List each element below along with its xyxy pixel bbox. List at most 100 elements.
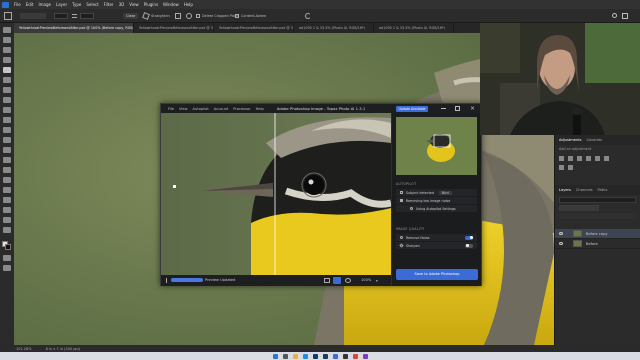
path-select-icon[interactable] <box>3 197 11 203</box>
eye-icon[interactable] <box>559 242 563 245</box>
sharpen-toggle[interactable] <box>465 243 473 248</box>
exposure-icon[interactable] <box>586 156 591 161</box>
tab-paths[interactable]: Paths <box>598 188 608 192</box>
type-tool-icon[interactable] <box>3 187 11 193</box>
background-color-swatch[interactable] <box>5 244 11 250</box>
ps-logo-icon[interactable] <box>2 1 9 8</box>
height-field[interactable] <box>80 13 94 19</box>
black-white-icon[interactable] <box>568 165 573 170</box>
explorer-icon[interactable] <box>292 353 298 359</box>
levels-icon[interactable] <box>568 156 573 161</box>
move-tool-icon[interactable] <box>3 27 11 33</box>
color-balance-icon[interactable] <box>559 165 564 170</box>
photoshop-taskbar-icon[interactable] <box>312 353 318 359</box>
curves-icon[interactable] <box>577 156 582 161</box>
layer-item[interactable]: Before copy <box>555 229 640 239</box>
layer-item[interactable]: Before <box>555 239 640 249</box>
tab-channels[interactable]: Channels <box>576 188 593 192</box>
menu-filter[interactable]: Filter <box>104 2 114 7</box>
preview-toggle-icon[interactable] <box>345 278 351 283</box>
menu-view[interactable]: View <box>129 2 139 7</box>
settings-gear-icon[interactable] <box>186 13 192 19</box>
minimize-icon[interactable] <box>441 108 446 109</box>
content-aware-checkbox[interactable] <box>235 14 239 18</box>
menu-window[interactable]: Window <box>163 2 179 7</box>
topaz-menu-view[interactable]: View <box>179 107 188 111</box>
eyedropper-tool-icon[interactable] <box>3 87 11 93</box>
close-icon[interactable]: × <box>470 105 475 112</box>
doc-tab-5[interactable]: ae1095 1 & 33.3% (Photo AI, RGB/16*) <box>374 23 454 33</box>
split-view-icon[interactable] <box>333 277 341 284</box>
topaz-menu-autopilot[interactable]: Autopilot <box>193 107 209 111</box>
lightroom-taskbar-icon[interactable] <box>322 353 328 359</box>
search-taskbar-icon[interactable] <box>282 353 288 359</box>
brightness-icon[interactable] <box>559 156 564 161</box>
obs-taskbar-icon[interactable] <box>342 353 348 359</box>
straighten-icon[interactable] <box>142 12 150 20</box>
topaz-menu-processor[interactable]: Processor <box>233 107 250 111</box>
quick-mask-icon[interactable] <box>3 255 11 261</box>
remove-noise-toggle[interactable] <box>465 235 473 240</box>
menu-file[interactable]: File <box>14 2 21 7</box>
subject-detected-row[interactable]: Subject detected Bird <box>396 189 477 196</box>
pen-tool-icon[interactable] <box>3 177 11 183</box>
sharpen-row[interactable]: Sharpen <box>396 242 477 249</box>
zoom-dropdown-icon[interactable]: ▾ <box>376 279 378 283</box>
mail-taskbar-icon[interactable] <box>352 353 358 359</box>
screen-mode-icon[interactable] <box>3 265 11 271</box>
tab-libraries[interactable]: Libraries <box>587 138 603 142</box>
crop-tool-icon[interactable] <box>4 12 12 20</box>
remove-noise-row[interactable]: Remove Noise <box>396 234 477 241</box>
autopilot-settings-row[interactable]: Using Autopilot Settings <box>396 205 477 212</box>
menu-select[interactable]: Select <box>86 2 98 7</box>
blend-mode-select[interactable] <box>559 205 599 211</box>
search-icon[interactable] <box>612 13 617 18</box>
hue-sat-icon[interactable] <box>604 156 609 161</box>
doc-tab-3[interactable]: YellowthroatPreviewBeforeandAfter.psd @ … <box>214 23 294 33</box>
reset-icon[interactable] <box>305 13 311 19</box>
clear-button[interactable]: Clear <box>123 13 139 19</box>
workspace-icon[interactable] <box>622 13 628 19</box>
update-available-button[interactable]: Update Available <box>396 105 428 112</box>
grid-overlay-icon[interactable] <box>175 13 181 19</box>
hand-tool-icon[interactable] <box>3 217 11 223</box>
navigator-thumbnail[interactable] <box>396 117 477 175</box>
history-brush-icon[interactable] <box>3 127 11 133</box>
topaz-taskbar-icon[interactable] <box>332 353 338 359</box>
menu-3d[interactable]: 3D <box>119 2 125 7</box>
compare-icon[interactable] <box>324 278 330 283</box>
ratio-select[interactable] <box>20 13 46 19</box>
maximize-icon[interactable] <box>455 106 460 111</box>
menu-type[interactable]: Type <box>72 2 81 7</box>
start-icon[interactable] <box>272 353 278 359</box>
tab-adjustments[interactable]: Adjustments <box>559 138 582 142</box>
menu-help[interactable]: Help <box>184 2 193 7</box>
layer-filter[interactable] <box>559 197 636 203</box>
marquee-tool-icon[interactable] <box>3 37 11 43</box>
zoom-tool-icon[interactable] <box>3 227 11 233</box>
delete-cropped-checkbox[interactable] <box>196 14 200 18</box>
menu-plugins[interactable]: Plugins <box>144 2 158 7</box>
doc-tab-1[interactable]: YellowthroatPreviewBeforeandAfter.psd @ … <box>14 23 134 33</box>
eye-icon[interactable] <box>559 232 563 235</box>
gradient-tool-icon[interactable] <box>3 147 11 153</box>
topaz-menu-help[interactable]: Help <box>256 107 264 111</box>
doc-tab-4[interactable]: ae1095 1 & 33.3% (Photo AI, RGB/16*) <box>294 23 374 33</box>
menu-image[interactable]: Image <box>38 2 51 7</box>
healing-brush-icon[interactable] <box>3 97 11 103</box>
save-to-photoshop-button[interactable]: Save to Adobe Photoshop <box>396 269 478 280</box>
dodge-tool-icon[interactable] <box>3 167 11 173</box>
crop-tool-icon[interactable] <box>3 67 11 73</box>
lasso-tool-icon[interactable] <box>3 47 11 53</box>
frame-tool-icon[interactable] <box>3 77 11 83</box>
browser-icon[interactable] <box>302 353 308 359</box>
menu-edit[interactable]: Edit <box>26 2 34 7</box>
topaz-preview[interactable] <box>161 113 391 275</box>
shape-tool-icon[interactable] <box>3 207 11 213</box>
topaz-menu-file[interactable]: File <box>168 107 174 111</box>
more-options-icon[interactable] <box>166 278 167 283</box>
brush-tool-icon[interactable] <box>3 107 11 113</box>
vibrance-icon[interactable] <box>595 156 600 161</box>
menu-layer[interactable]: Layer <box>56 2 67 7</box>
swap-icon[interactable] <box>72 14 77 18</box>
